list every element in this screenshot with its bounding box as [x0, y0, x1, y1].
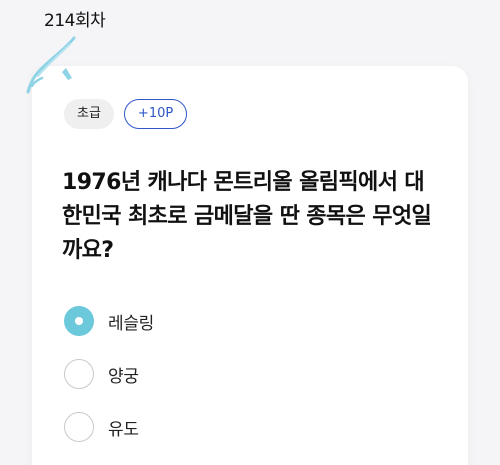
quiz-page: 214회차 초급 +10P 1976년 캐나다 몬트리올 올림픽에서 대한민국 … — [0, 0, 500, 465]
option-list: 레슬링 양궁 유도 — [64, 303, 424, 462]
level-badge: 초급 — [64, 99, 114, 129]
points-badge: +10P — [123, 99, 188, 129]
option-judo[interactable]: 유도 — [64, 409, 424, 445]
radio-empty-icon[interactable] — [64, 359, 94, 389]
option-archery[interactable]: 양궁 — [64, 356, 424, 392]
option-label: 유도 — [108, 419, 139, 440]
round-label: 214회차 — [44, 11, 106, 31]
option-label: 양궁 — [108, 366, 139, 387]
brush-stroke-icon — [26, 36, 76, 94]
question-text: 1976년 캐나다 몬트리올 올림픽에서 대한민국 최초로 금메달을 딴 종목은… — [62, 170, 432, 263]
option-label: 레슬링 — [108, 313, 155, 334]
option-wrestling[interactable]: 레슬링 — [64, 303, 424, 339]
radio-empty-icon[interactable] — [64, 412, 94, 442]
radio-selected-icon[interactable] — [64, 306, 94, 336]
badge-group: 초급 +10P — [64, 99, 188, 129]
